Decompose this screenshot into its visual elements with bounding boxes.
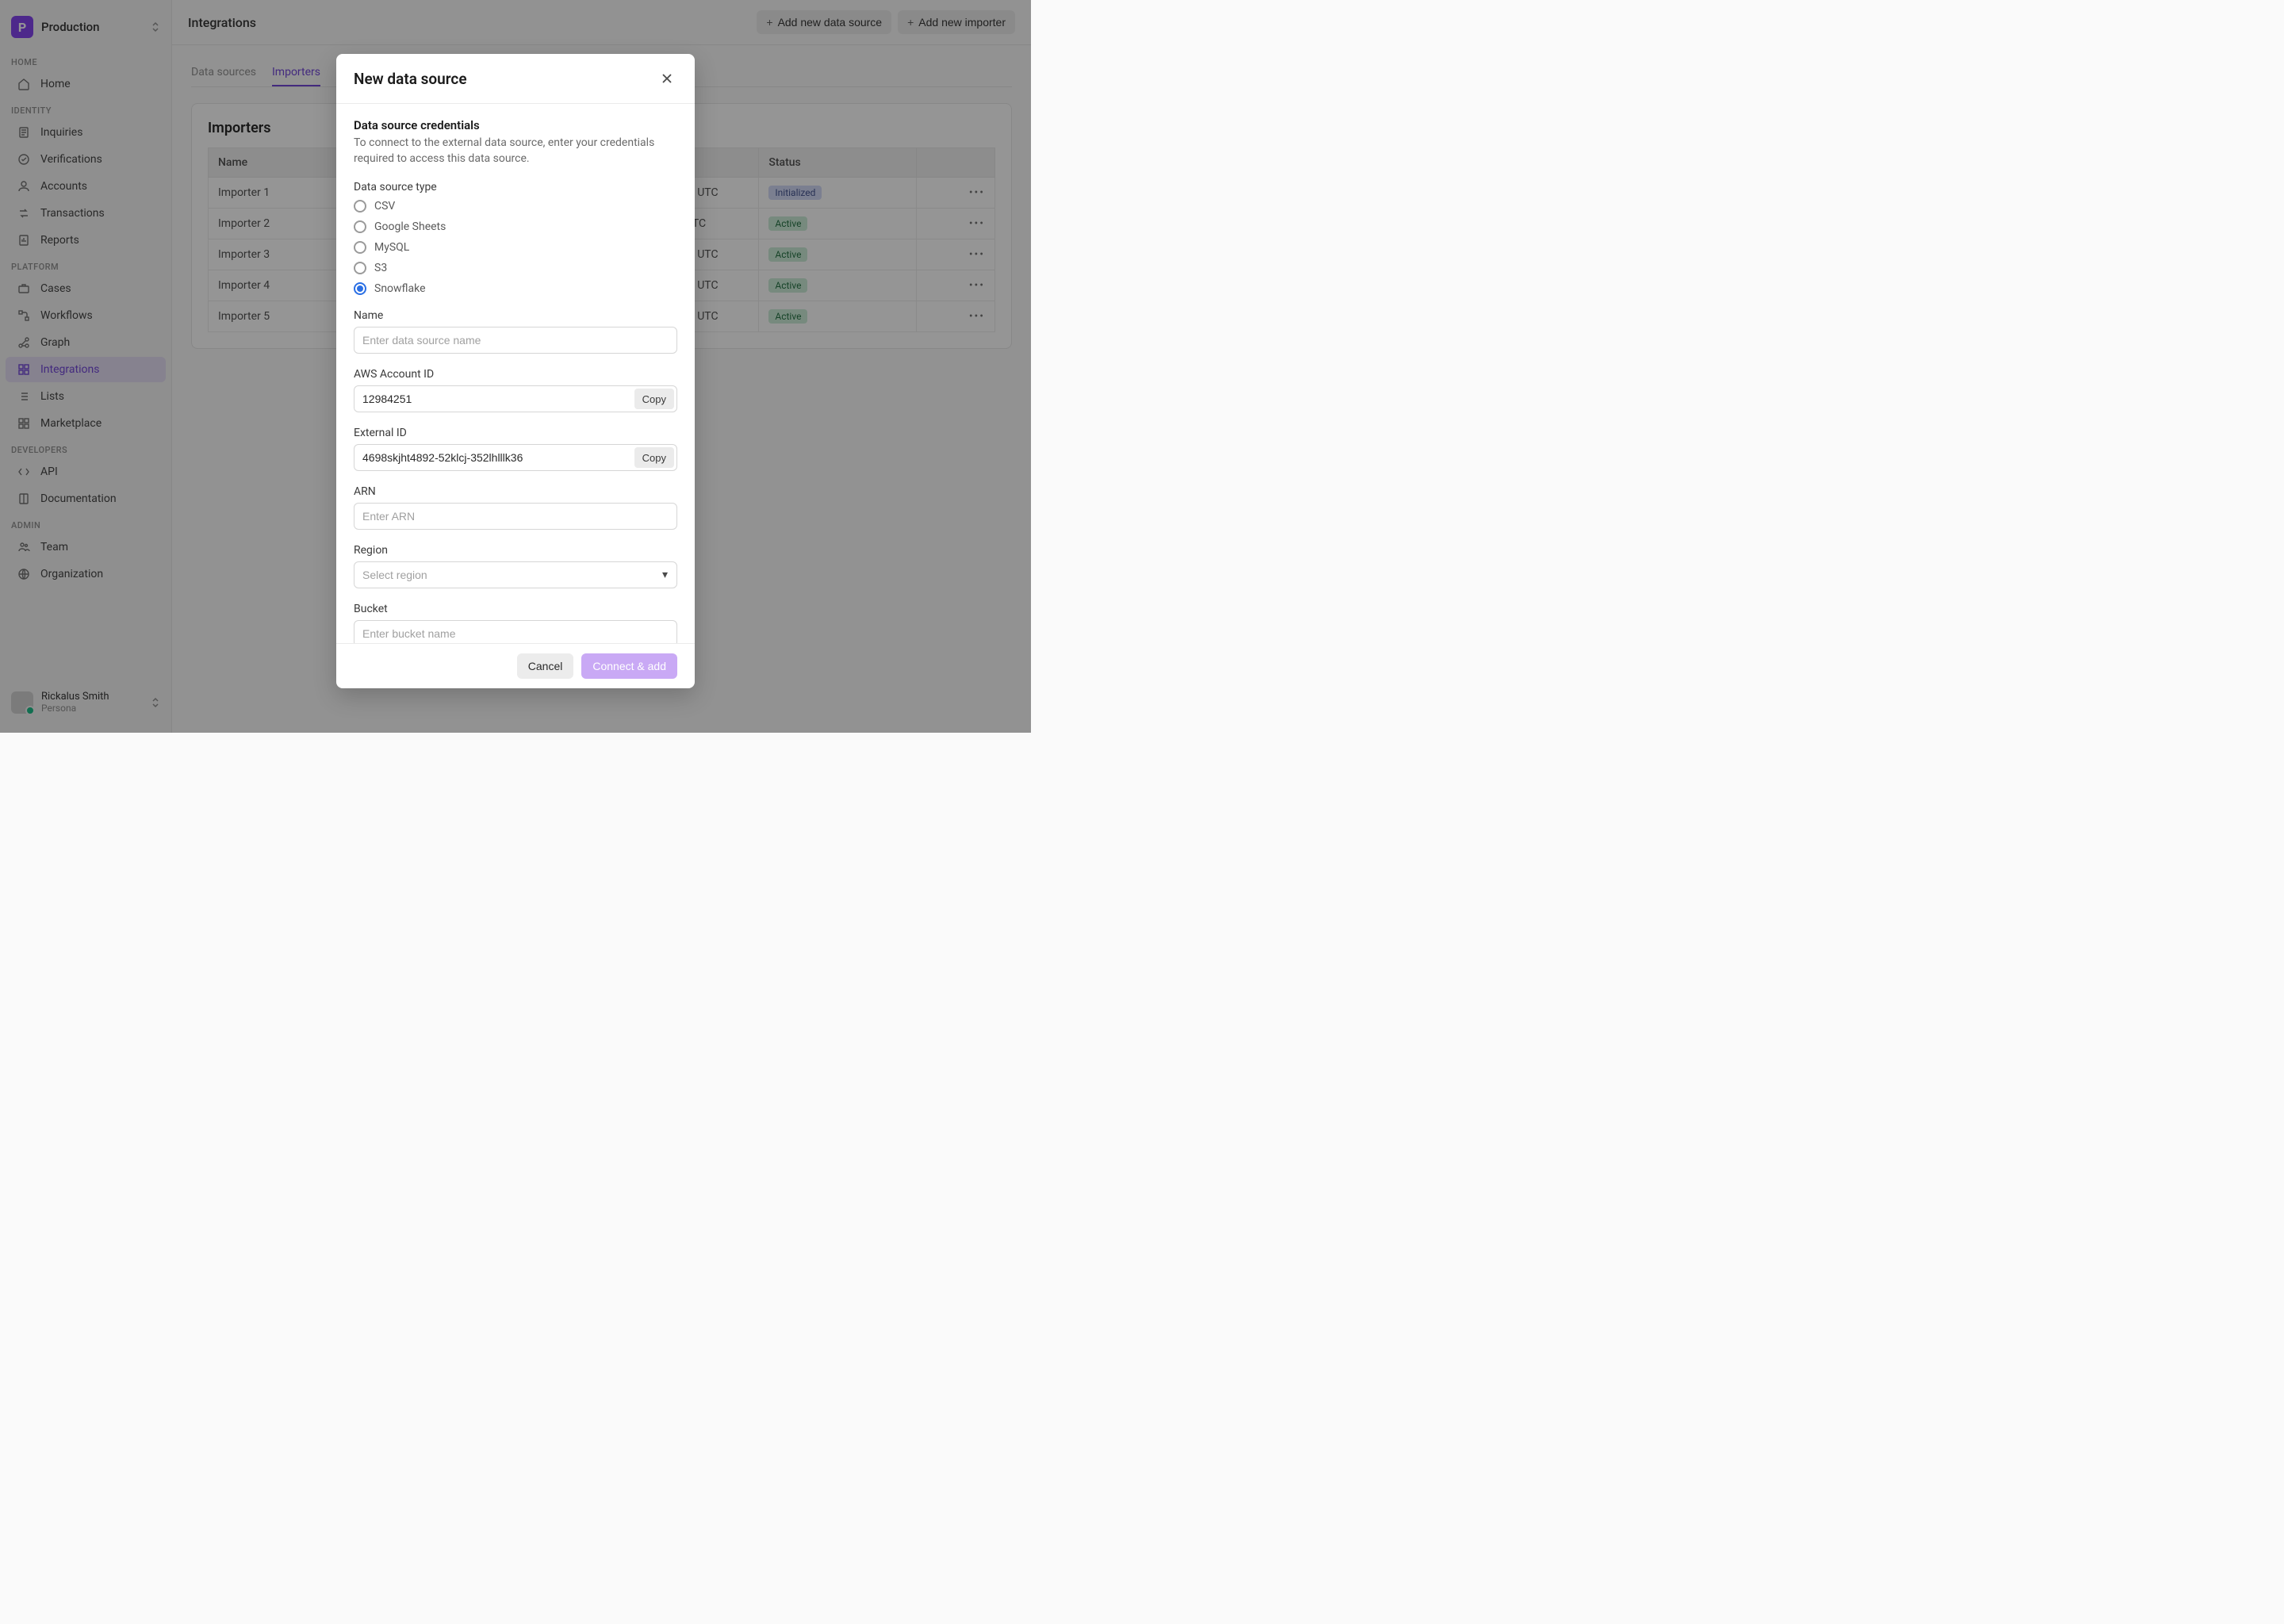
radio-icon — [354, 200, 366, 213]
new-data-source-modal: New data source Data source credentials … — [336, 54, 695, 688]
copy-external-id-button[interactable]: Copy — [634, 447, 674, 468]
region-label: Region — [354, 544, 677, 557]
radio-mysql[interactable]: MySQL — [354, 241, 677, 254]
radio-icon — [354, 241, 366, 254]
radio-icon — [354, 282, 366, 295]
radio-icon — [354, 220, 366, 233]
radio-label: Snowflake — [374, 282, 426, 295]
copy-aws-account-button[interactable]: Copy — [634, 389, 674, 409]
data-source-type-radios: CSV Google Sheets MySQL S3 Snowflake — [354, 200, 677, 295]
external-id-label: External ID — [354, 427, 677, 439]
radio-google-sheets[interactable]: Google Sheets — [354, 220, 677, 233]
bucket-label: Bucket — [354, 603, 677, 615]
close-button[interactable] — [657, 68, 677, 89]
connect-add-button[interactable]: Connect & add — [581, 653, 677, 679]
radio-csv[interactable]: CSV — [354, 200, 677, 213]
radio-label: CSV — [374, 200, 395, 213]
radio-label: Google Sheets — [374, 220, 446, 233]
close-icon — [660, 71, 674, 86]
aws-account-id-input[interactable] — [354, 385, 677, 412]
radio-label: MySQL — [374, 241, 409, 254]
aws-account-id-label: AWS Account ID — [354, 368, 677, 381]
radio-icon — [354, 262, 366, 274]
section-title: Data source credentials — [354, 118, 677, 132]
radio-s3[interactable]: S3 — [354, 262, 677, 274]
arn-input[interactable] — [354, 503, 677, 530]
bucket-input[interactable] — [354, 620, 677, 643]
cancel-button[interactable]: Cancel — [517, 653, 574, 679]
radio-label: S3 — [374, 262, 387, 274]
external-id-input[interactable] — [354, 444, 677, 471]
section-description: To connect to the external data source, … — [354, 136, 677, 167]
arn-label: ARN — [354, 485, 677, 498]
modal-overlay[interactable]: New data source Data source credentials … — [0, 0, 1031, 733]
radio-snowflake[interactable]: Snowflake — [354, 282, 677, 295]
name-label: Name — [354, 309, 677, 322]
region-select[interactable] — [354, 561, 677, 588]
modal-title: New data source — [354, 70, 467, 88]
type-group-label: Data source type — [354, 181, 677, 193]
name-input[interactable] — [354, 327, 677, 354]
